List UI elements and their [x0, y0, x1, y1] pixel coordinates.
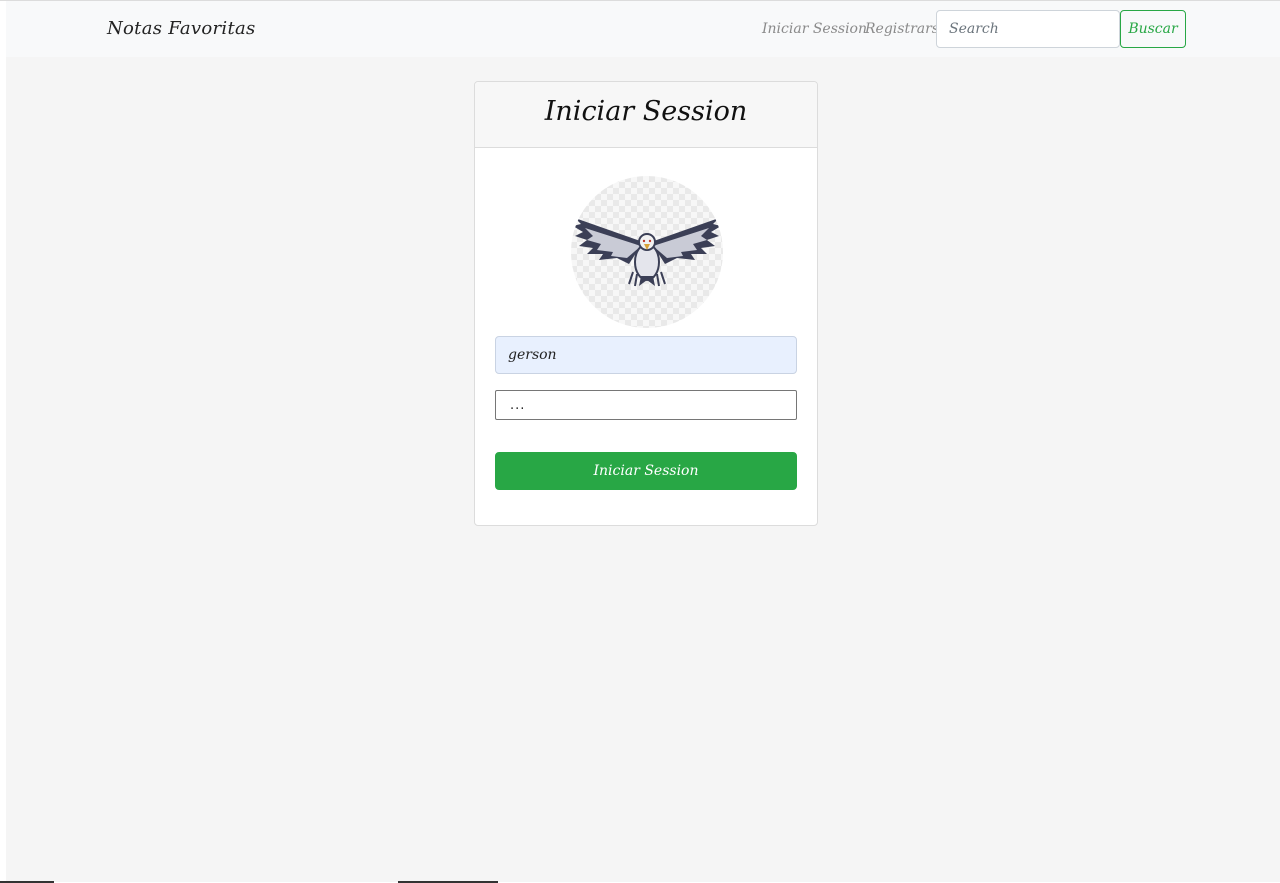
eagle-logo-icon — [571, 176, 723, 328]
nav-link-register[interactable]: Registrarse — [865, 21, 947, 37]
nav-link-login[interactable]: Iniciar Session — [762, 21, 867, 37]
search-button[interactable]: Buscar — [1120, 10, 1186, 48]
brand-link[interactable]: Notas Favoritas — [107, 18, 256, 39]
login-card: Iniciar Session gerson ... Iniciar Sessi… — [474, 81, 818, 526]
login-submit-button[interactable]: Iniciar Session — [495, 452, 797, 490]
username-field[interactable] — [495, 336, 797, 374]
page: Notas Favoritas Iniciar Session Registra… — [6, 1, 1280, 882]
search-input[interactable] — [936, 10, 1120, 48]
password-field[interactable] — [495, 390, 797, 420]
navbar: Notas Favoritas Iniciar Session Registra… — [6, 1, 1280, 57]
card-title: Iniciar Session — [475, 82, 817, 148]
